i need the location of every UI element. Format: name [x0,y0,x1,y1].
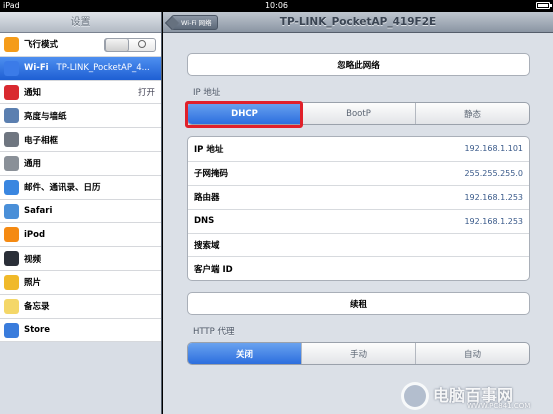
watermark-text: 电脑百事网 [433,386,514,405]
picture-frame-icon [4,132,19,148]
wifi-detail-pane: Wi-Fi 网络 TP-LINK_PocketAP_419F2E 忽略此网络 I… [163,12,553,414]
sidebar-item-label: 通知 [24,87,42,98]
sidebar-item-label: Store [24,324,50,335]
sidebar-item[interactable]: 邮件、通讯录、日历 [0,176,161,200]
status-bar: iPad 10:06 [0,0,553,12]
sidebar-item-value: TP-LINK_PocketAP_4... [56,63,150,74]
sidebar-item-label: 视频 [24,254,42,265]
toggle-knob [105,38,129,52]
sidebar-item[interactable]: iPod [0,223,161,248]
ip-table-row[interactable]: 客户端 ID [188,256,529,280]
sidebar-item-label: 亮度与墙纸 [24,111,67,122]
ip-field-label: 子网掩码 [194,169,229,180]
sidebar-item[interactable]: 电子相框 [0,128,161,152]
dhcp-highlight-box [185,101,303,128]
notes-icon [4,298,19,314]
ip-field-value: 255.255.255.0 [464,168,523,178]
airplane-icon [4,37,19,52]
ip-section-label: IP 地址 [193,88,221,98]
mail-icon [4,179,19,195]
ip-info-table: IP 地址 192.168.1.101 子网掩码 255.255.255.0 路由器 19… [187,136,530,282]
toggle-off-icon [138,40,146,48]
ip-table-row[interactable]: 搜索域 [188,232,529,257]
ip-field-label: 客户端 ID [194,264,233,275]
http-proxy-segmented-control: 关闭 手动 自动 [187,342,530,365]
notifications-icon [4,84,19,100]
ip-field-label: IP 地址 [194,144,224,155]
photos-icon [4,274,19,290]
sidebar-item-label: 邮件、通讯录、日历 [24,183,101,194]
watermark-url: WWW.PC841.COM [467,402,531,410]
ip-field-label: 路由器 [194,193,220,204]
sidebar-item[interactable]: Store [0,319,161,343]
sidebar-item[interactable]: 通用 [0,152,161,176]
sidebar-item[interactable]: Wi-Fi TP-LINK_PocketAP_4... [0,56,161,81]
watermark: 电脑百事网 WWW.PC841.COM [401,380,551,412]
ip-table-row[interactable]: IP 地址 192.168.1.101 [188,137,529,161]
proxy-mode-segment[interactable]: 关闭 [188,343,301,364]
sidebar-item-label: 电子相框 [24,135,59,146]
proxy-mode-segment[interactable]: 手动 [301,343,415,364]
sidebar-item-label: 备忘录 [24,302,50,313]
ip-mode-segment[interactable]: BootP [301,103,415,124]
watermark-logo-icon [401,382,429,410]
nav-bar: Wi-Fi 网络 TP-LINK_PocketAP_419F2E [163,12,553,33]
ipod-icon [4,227,19,243]
sidebar-item[interactable]: 视频 [0,247,161,271]
sidebar-item-label: iPod [24,229,46,240]
sidebar-item[interactable]: Safari [0,200,161,224]
ip-table-row[interactable]: 子网掩码 255.255.255.0 [188,160,529,185]
ip-field-label: DNS [194,216,215,227]
ip-field-value: 192.168.1.253 [464,192,523,202]
battery-icon [536,2,552,9]
ip-table-row[interactable]: 路由器 192.168.1.253 [188,184,529,209]
wifi-icon [4,60,19,76]
renew-lease-button[interactable]: 续租 [187,292,530,315]
video-icon [4,251,19,267]
sidebar-title: 设置 [0,12,161,33]
settings-sidebar: 设置 飞行模式 Wi-Fi TP-LINK_PocketAP_4... 通知 打开亮度与… [0,12,162,414]
store-icon [4,322,19,338]
sidebar-item-label: 照片 [24,278,42,289]
sidebar-item[interactable]: 飞行模式 [0,33,161,57]
ip-field-value: 192.168.1.253 [464,216,523,226]
safari-icon [4,203,19,219]
gear-icon [4,155,19,171]
sidebar-item-value: 打开 [137,87,155,98]
sidebar-item-label: 飞行模式 [24,40,59,51]
sidebar-list: 飞行模式 Wi-Fi TP-LINK_PocketAP_4... 通知 打开亮度与墙纸电… [0,33,161,343]
sidebar-item[interactable]: 备忘录 [0,295,161,319]
http-proxy-label: HTTP 代理 [193,327,235,337]
page-title: TP-LINK_PocketAP_419F2E [279,16,437,28]
sidebar-item[interactable]: 亮度与墙纸 [0,104,161,129]
status-time: 10:06 [264,1,289,10]
ip-field-value: 192.168.1.101 [464,144,523,154]
airplane-mode-toggle[interactable] [104,38,156,52]
sidebar-item[interactable]: 通知 打开 [0,81,161,105]
forget-network-button[interactable]: 忽略此网络 [187,53,530,76]
ip-mode-segment[interactable]: 静态 [415,103,529,124]
sidebar-item-label: 通用 [24,159,42,170]
brightness-icon [4,108,19,124]
proxy-mode-segment[interactable]: 自动 [415,343,529,364]
sidebar-item-label: Wi-Fi [24,63,49,74]
sidebar-item[interactable]: 照片 [0,271,161,295]
sidebar-item-label: Safari [24,205,53,216]
ip-table-row[interactable]: DNS 192.168.1.253 [188,208,529,233]
ip-field-label: 搜索域 [194,241,220,251]
